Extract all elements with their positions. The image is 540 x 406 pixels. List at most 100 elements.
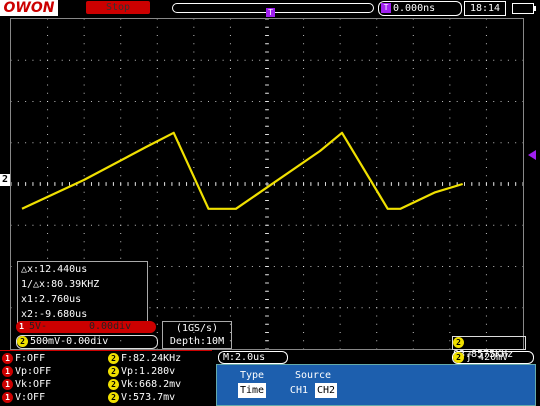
grid-dot: [376, 257, 378, 259]
grid-dot: [200, 101, 202, 102]
grid-dot: [463, 224, 465, 226]
grid-dot: [127, 224, 129, 226]
run-stop-indicator[interactable]: Stop: [86, 1, 150, 14]
grid-dot: [376, 76, 378, 78]
grid-dot: [244, 224, 246, 226]
grid-dot: [237, 224, 239, 226]
ch2-measure-row: 2 F:82.24KHz: [108, 353, 181, 364]
grid-dot: [156, 315, 158, 317]
grid-dot: [485, 332, 487, 333]
grid-dot: [83, 43, 85, 45]
grid-dot: [17, 59, 19, 61]
source-menu-item[interactable]: Source CH1 CH2: [281, 368, 345, 401]
grid-dot: [485, 101, 487, 102]
grid-dot: [215, 224, 217, 226]
grid-dot: [237, 59, 239, 61]
grid-dot: [485, 175, 487, 177]
grid-dot: [25, 224, 27, 226]
grid-dot: [376, 241, 378, 243]
grid-dot: [83, 35, 85, 36]
trigger-readout[interactable]: 2ƒ 420mV: [452, 351, 534, 364]
grid-dot: [156, 43, 158, 45]
grid-dot: [485, 290, 487, 292]
source-ch1[interactable]: CH1: [289, 383, 309, 398]
grid-dot: [412, 208, 414, 210]
grid-dot: [310, 142, 312, 144]
ch2-status[interactable]: 2 500mV-0.00div: [16, 335, 158, 349]
grid-dot: [11, 142, 12, 144]
grid-dot: [303, 167, 305, 168]
grid-dot: [83, 51, 85, 53]
grid-dot: [332, 224, 334, 226]
delta-x-readout: △x:12.440us: [21, 264, 88, 275]
grid-dot: [120, 59, 122, 61]
type-menu-item[interactable]: Type Time: [225, 368, 279, 401]
grid-dot: [442, 142, 444, 144]
grid-dot: [515, 224, 517, 226]
grid-dot: [332, 307, 334, 309]
trigger-level-marker[interactable]: [528, 150, 536, 160]
grid-dot: [207, 224, 209, 226]
grid-dot: [193, 208, 195, 210]
ch2-level-marker[interactable]: 2: [0, 174, 10, 186]
ch1-status[interactable]: 1 5V- 0.00div: [16, 321, 156, 333]
delay-t-icon: T: [381, 3, 391, 13]
grid-dot: [120, 68, 122, 69]
grid-dot: [485, 76, 487, 78]
grid-dot: [295, 266, 297, 267]
grid-dot: [105, 142, 107, 144]
grid-dot: [310, 307, 312, 309]
grid-dot: [229, 92, 231, 94]
type-value[interactable]: Time: [237, 383, 267, 398]
grid-dot: [412, 68, 414, 69]
grid-dot: [412, 84, 414, 86]
timebase-readout[interactable]: M:2.0us: [218, 351, 288, 364]
grid-dot: [120, 92, 122, 94]
grid-dot: [156, 241, 158, 243]
grid-dot: [303, 125, 305, 127]
grid-dot: [412, 332, 414, 333]
grid-dot: [229, 233, 231, 234]
grid-dot: [83, 216, 85, 218]
grid-dot: [383, 142, 385, 144]
grid-dot: [156, 134, 158, 135]
grid-dot: [456, 266, 458, 267]
grid-dot: [186, 266, 188, 267]
grid-dot: [229, 26, 231, 28]
grid-dot: [485, 68, 487, 69]
grid-dot: [120, 200, 122, 201]
grid-dot: [156, 266, 158, 267]
grid-dot: [229, 249, 231, 251]
grid-dot: [354, 307, 356, 309]
grid-dot: [47, 249, 49, 251]
source-ch2[interactable]: CH2: [315, 383, 338, 398]
grid-dot: [193, 249, 195, 251]
grid-dot: [251, 224, 253, 226]
grid-dot: [376, 224, 378, 226]
grid-dot: [368, 307, 370, 309]
grid-dot: [134, 59, 136, 61]
grid-dot: [11, 224, 12, 226]
grid-dot: [54, 101, 56, 102]
grid-dot: [332, 59, 334, 61]
grid-dot: [515, 142, 517, 144]
grid-dot: [47, 158, 49, 160]
grid-dot: [303, 101, 305, 102]
grid-dot: [376, 35, 378, 36]
grid-dot: [485, 241, 487, 243]
grid-dot: [47, 208, 49, 210]
grid-dot: [412, 26, 414, 28]
grid-dot: [47, 84, 49, 86]
grid-dot: [449, 150, 451, 152]
grid-dot: [420, 59, 422, 61]
grid-dot: [507, 59, 509, 61]
grid-dot: [383, 224, 385, 226]
trigger-position-marker[interactable]: T: [266, 8, 275, 17]
grid-dot: [156, 150, 158, 152]
grid-dot: [339, 51, 341, 53]
grid-dot: [105, 59, 107, 61]
grid-dot: [390, 307, 392, 309]
grid-dot: [449, 266, 451, 267]
grid-dot: [47, 117, 49, 119]
ch2-measure-row: 2 Vp:1.280v: [108, 366, 175, 377]
